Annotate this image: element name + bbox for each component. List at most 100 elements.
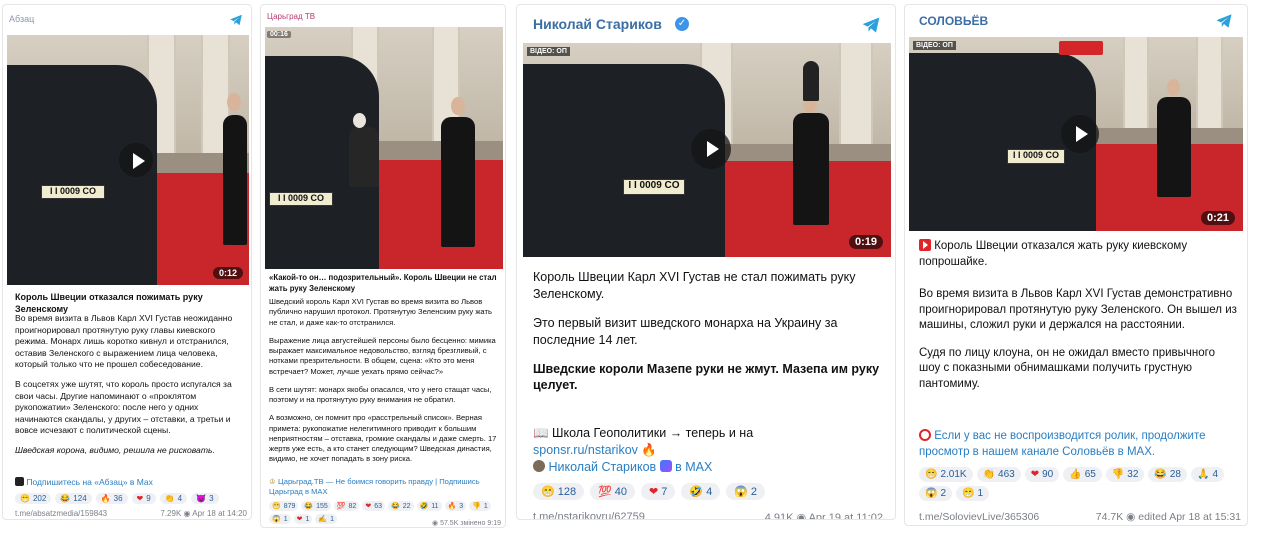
post-title: Король Швеции отказался пожимать руку Зе… <box>15 292 203 315</box>
promo-block: Если у вас не воспроизводится ролик, про… <box>919 429 1239 460</box>
reaction-chip[interactable]: ❤ 9 <box>131 493 156 504</box>
post-footer: t.me/absatzmedia/159843 7.29K ◉ Apr 18 a… <box>15 509 247 518</box>
telegram-icon <box>230 14 242 26</box>
post-card-starikov: Николай Стариков ✓ I I 0009 CO ВІДЕО: ОП… <box>516 4 896 520</box>
post-meta: ◉ 57.5K змінено 9:19 <box>432 520 501 527</box>
post-link[interactable]: t.me/SolovievLive/365306 <box>919 511 1039 523</box>
telegram-icon <box>1216 14 1232 28</box>
paragraph: Во время визита в Львов Карл XVI Густав … <box>919 288 1237 332</box>
post-footer: t.me/SolovievLive/365306 74.7K ◉ edited … <box>919 511 1241 523</box>
reaction-chip[interactable]: 😁 128 <box>533 483 585 500</box>
reaction-chip[interactable]: 😁 879 <box>269 501 299 511</box>
video-player[interactable]: I I 0009 CO 0:12 <box>7 35 249 285</box>
person <box>803 61 819 101</box>
reactions-bar: 😁 2.01K 👏 463 ❤ 90 👍 65 👎 32 😂 28 🙏 4 😱 2 😁 1 <box>919 467 1241 501</box>
reaction-chip[interactable]: 😁 2.01K <box>919 467 973 482</box>
video-credit: ВІДЕО: ОП <box>913 41 956 50</box>
reaction-chip[interactable]: ❤ 7 <box>641 483 676 500</box>
sponsr-link[interactable]: sponsr.ru/nstarikov <box>533 443 638 457</box>
paragraph: Король Швеции Карл XVI Густав не стал по… <box>533 270 856 301</box>
reaction-chip[interactable]: 👎 32 <box>1105 467 1145 482</box>
post-header: Николай Стариков ✓ <box>517 5 895 41</box>
channel-name[interactable]: Абзац <box>9 14 34 24</box>
play-button[interactable] <box>119 143 153 177</box>
post-card-tsargrad: Царьград ТВ I I 0009 CO 00:16 «Какой-то … <box>260 4 506 528</box>
post-header: СОЛОВЬЁВ <box>905 5 1247 37</box>
reaction-chip[interactable]: 😂 124 <box>55 493 92 504</box>
paragraph: Судя по лицу клоуна, он не ожидал вместо… <box>919 346 1215 390</box>
channel-link[interactable]: Николай Стариков <box>548 460 656 474</box>
reaction-chip[interactable]: 😁 202 <box>15 493 52 504</box>
video-player[interactable]: I I 0009 CO 00:16 <box>265 27 503 269</box>
reaction-chip[interactable]: ❤ 90 <box>1024 467 1060 482</box>
reaction-chip[interactable]: 👎 1 <box>469 501 491 511</box>
play-button[interactable] <box>1061 115 1099 153</box>
post-meta: 7.29K ◉ Apr 18 at 14:20 <box>160 509 247 518</box>
reaction-chip[interactable]: 🔥 3 <box>444 501 467 511</box>
video-player[interactable]: I I 0009 CO ВІДЕО: ОП 0:21 <box>909 37 1243 231</box>
paragraph: В сети шутят: монарх якобы опасался, что… <box>269 384 492 404</box>
channel-name[interactable]: Царьград ТВ <box>267 12 315 21</box>
max-link[interactable]: в MAX <box>675 460 712 474</box>
post-meta: 74.7K ◉ edited Apr 18 at 15:31 <box>1095 511 1241 523</box>
post-meta: 4.91K ◉ Apr 19 at 11:02 <box>765 511 883 520</box>
reaction-chip[interactable]: 😂 22 <box>388 501 414 511</box>
license-plate: I I 0009 CO <box>41 185 105 199</box>
person <box>793 113 829 225</box>
reaction-chip[interactable]: 👍 65 <box>1063 467 1102 482</box>
reaction-chip[interactable]: 😁 1 <box>956 486 990 501</box>
reaction-chip[interactable]: 🤣 4 <box>681 483 721 500</box>
person <box>1157 97 1191 197</box>
promo-link[interactable]: Если у вас не воспроизводится ролик, про… <box>919 430 1206 458</box>
paragraph: Выражение лица августейшей персоны было … <box>269 335 496 376</box>
post-body: Шведский король Карл XVI Густав во время… <box>269 297 501 473</box>
reaction-chip[interactable]: 🙏 4 <box>1190 467 1224 482</box>
telegram-icon <box>862 17 880 33</box>
person <box>441 117 475 247</box>
reaction-chip[interactable]: 💯 40 <box>590 483 636 500</box>
screenshot-collage: Абзац I I 0009 CO 0:12 Король Швеции отк… <box>0 0 1262 542</box>
fire-icon: 🔥 <box>641 442 657 457</box>
video-duration: 0:21 <box>1200 211 1235 225</box>
reaction-chip[interactable]: 💯 82 <box>333 501 360 511</box>
eye-icon: ◉ <box>796 512 807 520</box>
paragraph: Это первый визит шведского монарха на Ук… <box>533 315 838 347</box>
reaction-chip[interactable]: 😱 2 <box>726 483 766 500</box>
promo-block: 📖 Школа Геополитики → теперь и на sponsr… <box>533 425 883 476</box>
video-player[interactable]: I I 0009 CO ВІДЕО: ОП 0:19 <box>523 43 891 257</box>
video-credit: ВІДЕО: ОП <box>527 47 570 56</box>
video-time: 00:16 <box>267 31 291 38</box>
subscribe-link[interactable]: Подпишитесь на «Абзац» в Max <box>15 477 247 488</box>
post-card-absatz: Абзац I I 0009 CO 0:12 Король Швеции отк… <box>2 4 252 520</box>
reaction-chip[interactable]: 😂 28 <box>1148 467 1187 482</box>
post-header: Царьград ТВ <box>261 5 505 27</box>
reactions-bar: 😁 202 😂 124 🔥 36 ❤ 9 👏 4 😈 3 <box>15 493 247 504</box>
tsargrad-logo-icon: ♔ <box>269 477 276 486</box>
paragraph: А возможно, он помнит про «расстрельный … <box>269 413 497 464</box>
post-body: Во время визита в Львов Карл XVI Густав … <box>15 313 247 465</box>
reaction-chip[interactable]: 👏 4 <box>159 493 188 504</box>
reaction-chip[interactable]: 🔥 36 <box>95 493 128 504</box>
max-logo-icon <box>15 477 24 486</box>
verified-icon: ✓ <box>675 17 689 31</box>
channel-name[interactable]: СОЛОВЬЁВ <box>919 14 988 28</box>
play-square-icon <box>919 239 931 251</box>
subscribe-link[interactable]: ♔ Царьград.ТВ — Не боимся говорить правд… <box>269 477 501 498</box>
reaction-chip[interactable]: ❤ 63 <box>362 501 385 511</box>
play-button[interactable] <box>691 129 731 169</box>
channel-name[interactable]: Николай Стариков <box>533 16 662 32</box>
video-duration: 0:12 <box>212 267 243 279</box>
eye-icon: ◉ <box>183 509 191 518</box>
person <box>349 127 379 187</box>
video-duration: 0:19 <box>848 235 883 249</box>
live-badge <box>1059 41 1103 55</box>
reaction-chip[interactable]: 👏 463 <box>976 467 1021 482</box>
reaction-chip[interactable]: 😈 3 <box>191 493 219 504</box>
reaction-chip[interactable]: 😂 155 <box>301 501 331 511</box>
reaction-chip[interactable]: 🤣 11 <box>416 501 442 511</box>
post-headline: Король Швеции отказался жать руку киевск… <box>919 239 1188 268</box>
reaction-chip[interactable]: 😱 2 <box>919 486 953 501</box>
post-link[interactable]: t.me/absatzmedia/159843 <box>15 509 107 518</box>
post-link[interactable]: t.me/nstarikovru/62759 <box>533 511 645 519</box>
avatar <box>533 459 545 472</box>
